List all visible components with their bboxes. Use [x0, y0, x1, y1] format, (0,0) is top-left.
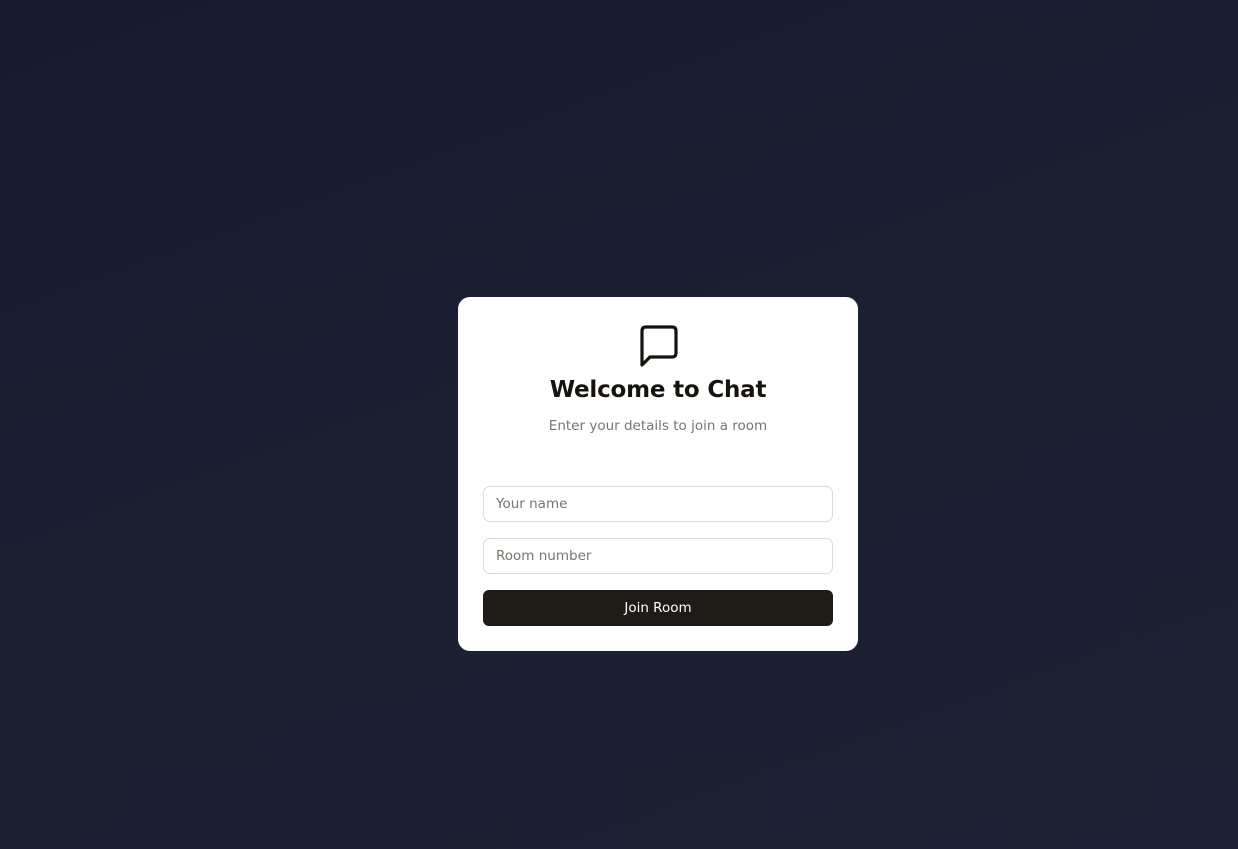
chat-icon-container: [458, 323, 858, 367]
join-room-button[interactable]: Join Room: [483, 590, 833, 626]
room-number-input[interactable]: [483, 538, 833, 574]
page-subtitle: Enter your details to join a room: [548, 418, 768, 434]
page-title: Welcome to Chat: [549, 377, 767, 403]
message-square-icon: [636, 323, 680, 367]
name-input[interactable]: [483, 486, 833, 522]
join-card: Welcome to Chat Enter your details to jo…: [458, 297, 858, 651]
